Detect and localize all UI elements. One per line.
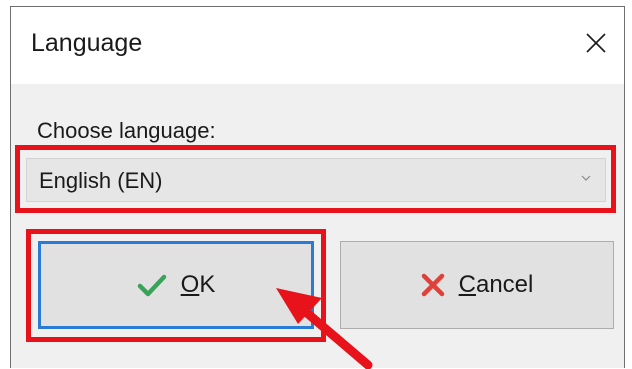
close-button[interactable] <box>576 23 616 63</box>
cancel-label-rest: ancel <box>475 271 534 298</box>
ok-button[interactable]: OK <box>38 241 314 329</box>
cancel-mnemonic: C <box>458 271 476 298</box>
language-select-value: English (EN) <box>39 168 163 193</box>
close-icon <box>586 33 606 53</box>
cancel-button[interactable]: Cancel <box>340 241 614 329</box>
cancel-button-label: Cancel <box>459 271 534 299</box>
ok-label-rest: K <box>199 271 216 298</box>
ok-button-label: OK <box>181 271 216 299</box>
window-title: Language <box>31 29 143 57</box>
ok-mnemonic: O <box>180 271 200 298</box>
language-select[interactable]: English (EN) <box>26 158 606 202</box>
chevron-down-icon <box>581 175 591 181</box>
title-bar: Language <box>11 7 624 84</box>
cross-icon <box>421 273 445 297</box>
checkmark-icon <box>137 273 167 297</box>
choose-language-label: Choose language: <box>37 118 216 143</box>
